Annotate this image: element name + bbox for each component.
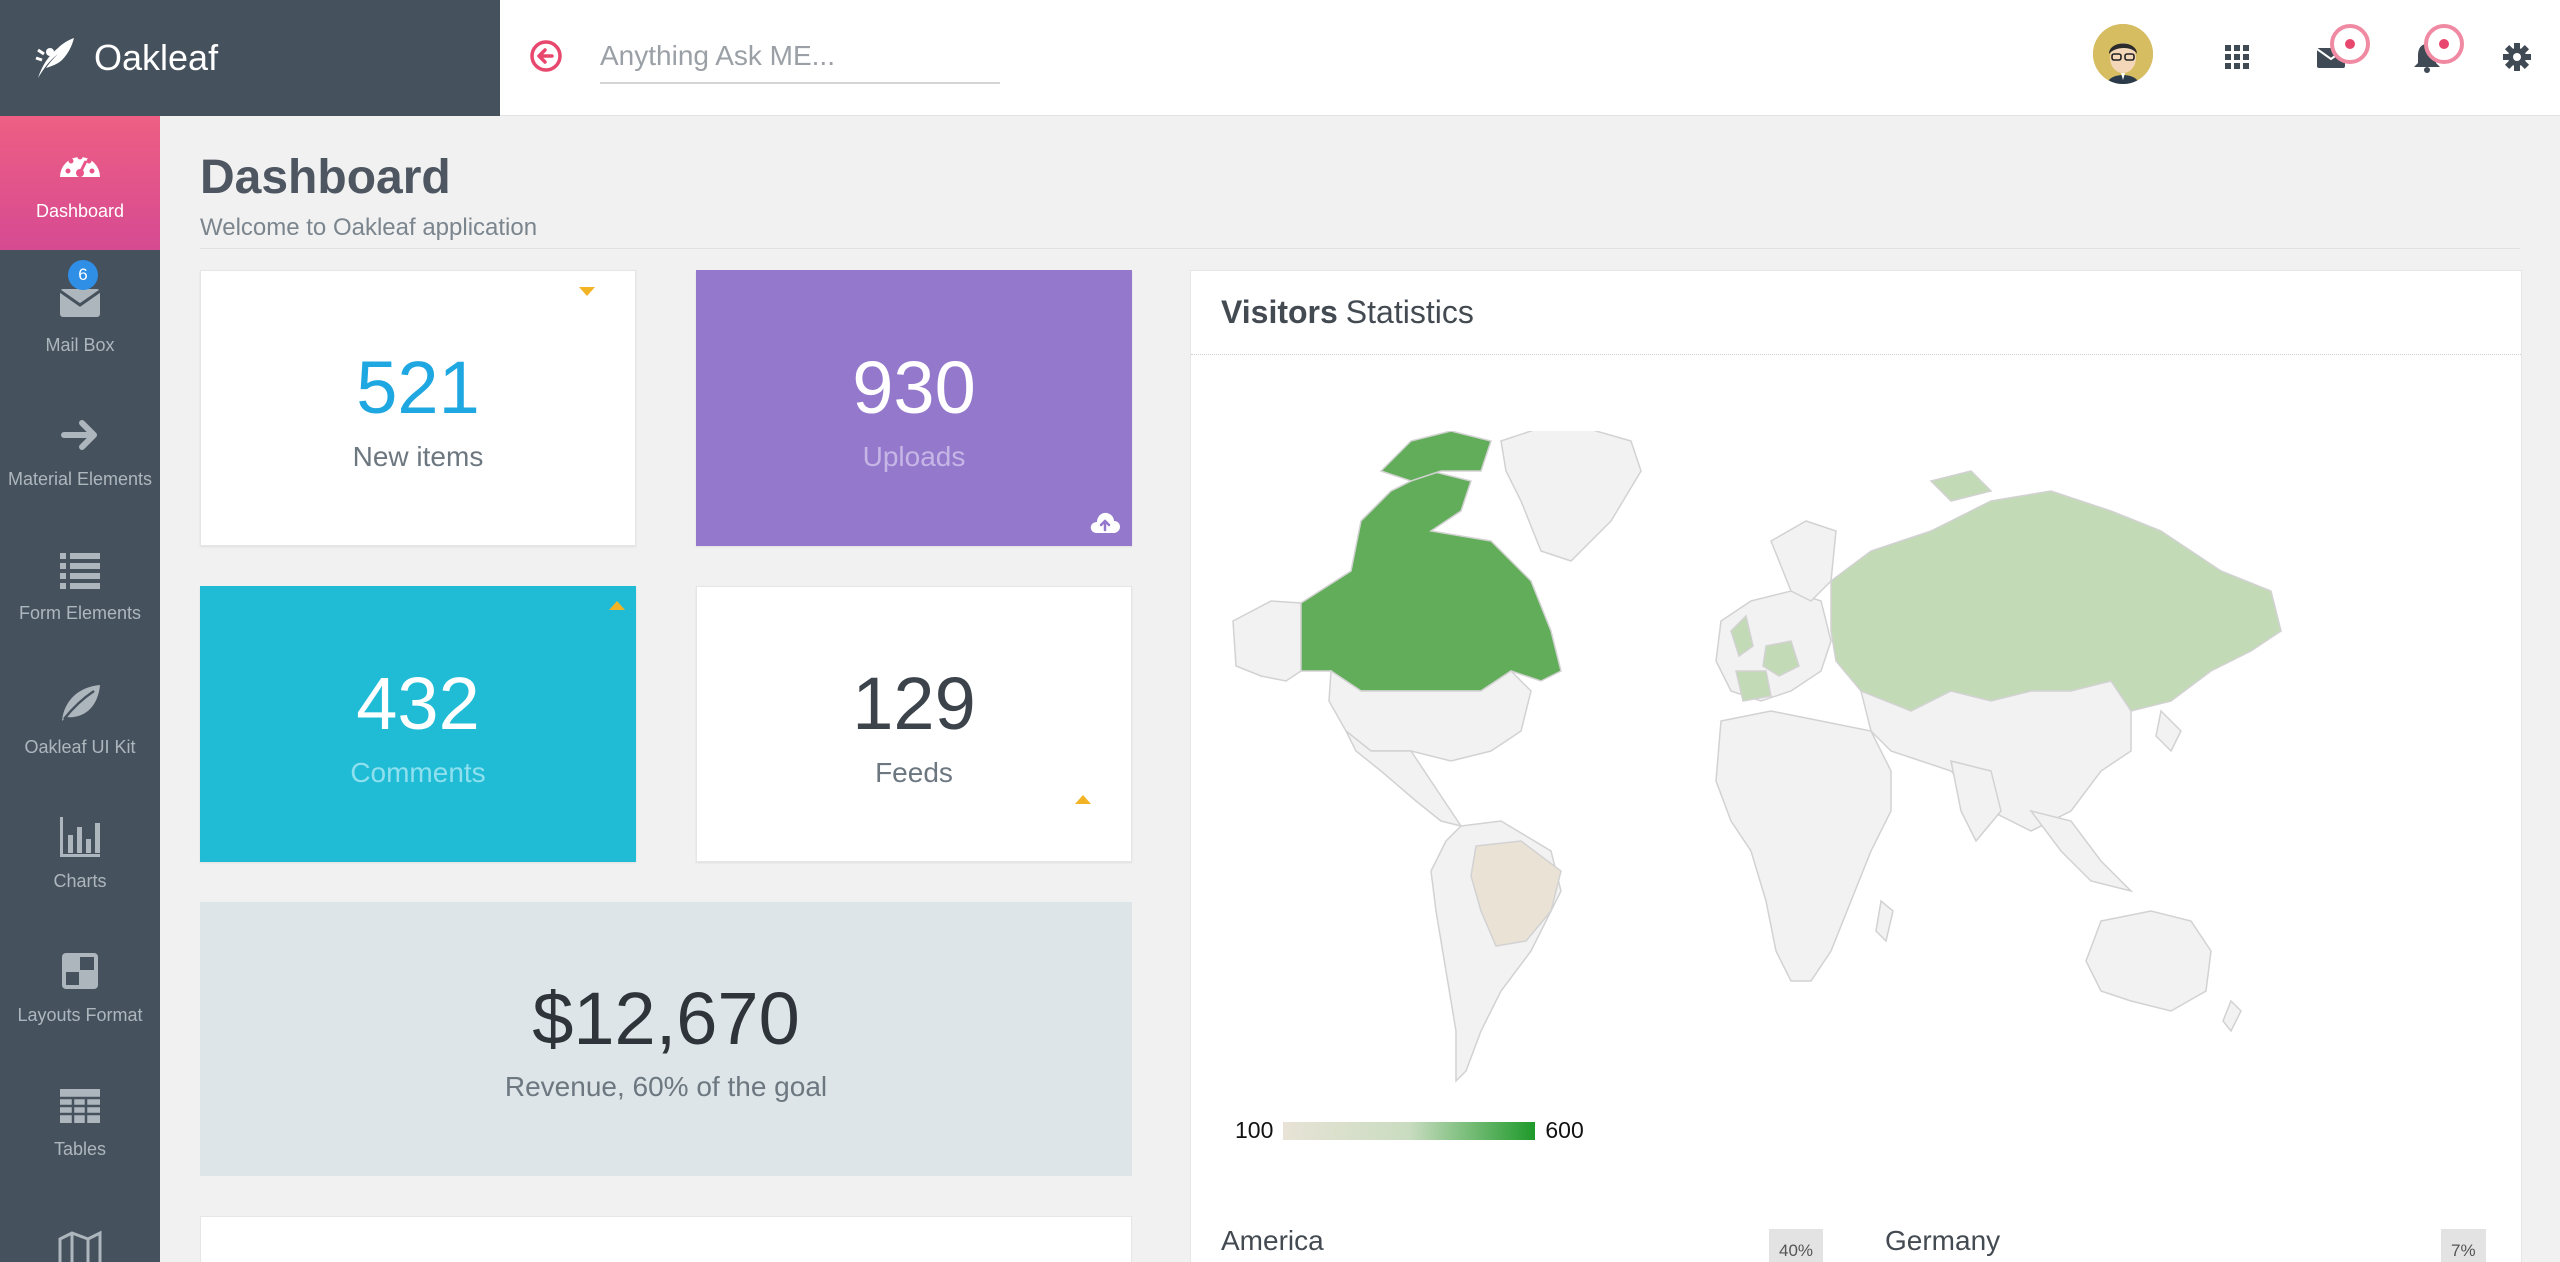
stat-card-new-items[interactable]: 521 New items — [200, 270, 636, 546]
sidebar-item-maps[interactable] — [0, 1188, 160, 1262]
legend-min: 100 — [1235, 1117, 1274, 1143]
brand-name: Oakleaf — [94, 37, 219, 78]
visitors-statistics-panel: Visitors Statistics 100 600 America 40% … — [1190, 270, 2522, 1262]
revenue-value: $12,670 — [532, 976, 800, 1060]
page-subtitle: Welcome to Oakleaf application — [200, 214, 538, 241]
mail-count-badge: 6 — [68, 260, 98, 290]
map-region-new-zealand — [2222, 999, 2242, 1033]
map-region-madagascar — [1875, 899, 1894, 943]
stat-card-uploads[interactable]: 930 Uploads — [696, 270, 1132, 546]
bell-notification-indicator — [2424, 24, 2464, 64]
sidebar: Dashboard 6 Mail Box Material Elements F… — [0, 116, 160, 1262]
stat-label: Uploads — [862, 441, 966, 472]
sidebar-item-layouts-format[interactable]: Layouts Format — [0, 920, 160, 1054]
layout-grid-icon — [62, 953, 98, 989]
caret-down-icon — [579, 287, 595, 296]
search-input[interactable] — [600, 30, 1000, 84]
header-divider — [200, 248, 2520, 249]
map-region-russia-north — [1929, 470, 1993, 502]
brand[interactable]: Oakleaf — [0, 0, 500, 116]
stat-label: Comments — [350, 757, 486, 788]
mail-notification-indicator — [2330, 24, 2370, 64]
country-name: Germany — [1885, 1225, 2001, 1256]
sidebar-item-dashboard[interactable]: Dashboard — [0, 116, 160, 250]
oakleaf-logo-icon — [35, 38, 74, 78]
apps-grid-icon[interactable] — [2218, 38, 2256, 76]
legend-max: 600 — [1545, 1117, 1584, 1143]
next-card — [200, 1216, 1132, 1262]
caret-up-icon — [1075, 795, 1091, 804]
country-percent-badge: 7% — [2441, 1229, 2486, 1262]
gear-icon[interactable] — [2498, 38, 2536, 76]
map-icon — [58, 1230, 102, 1262]
sidebar-item-form-elements[interactable]: Form Elements — [0, 518, 160, 652]
leaf-icon — [62, 685, 100, 721]
revenue-label: Revenue, 60% of the goal — [504, 1070, 828, 1102]
map-region-africa — [1715, 710, 1892, 982]
avatar[interactable] — [2093, 24, 2153, 84]
top-bar — [500, 0, 2560, 116]
sidebar-item-label: Form Elements — [18, 603, 142, 623]
sidebar-item-label: Material Elements — [7, 469, 153, 489]
app-root: Oakleaf Anything Ask ME... Dashboard 6 M… — [0, 0, 2560, 1262]
panel-title-bold: Visitors — [1221, 294, 1338, 330]
sidebar-item-mailbox[interactable]: 6 Mail Box — [0, 250, 160, 384]
map-region-russia — [1830, 490, 2282, 712]
country-name: America — [1221, 1225, 1324, 1256]
stat-value: 432 — [356, 662, 480, 745]
map-region-france — [1735, 670, 1772, 702]
caret-up-icon — [609, 601, 625, 610]
stat-card-revenue[interactable]: $12,670 Revenue, 60% of the goal — [200, 902, 1132, 1176]
sidebar-item-label: Tables — [53, 1139, 107, 1159]
stat-value: 129 — [852, 662, 976, 745]
back-circle-icon[interactable] — [528, 38, 564, 74]
page-title: Dashboard — [200, 151, 451, 204]
map-region-southeast-asia — [2029, 809, 2134, 893]
country-percent-badge: 40% — [1769, 1229, 1824, 1262]
map-region-scandinavia — [1770, 520, 1837, 602]
sidebar-item-label: Layouts Format — [17, 1005, 143, 1025]
stat-value: 521 — [356, 346, 480, 429]
sidebar-item-label: Dashboard — [35, 201, 125, 221]
arrow-right-icon — [61, 420, 97, 450]
map-region-alaska — [1232, 600, 1302, 682]
cloud-upload-icon — [1090, 512, 1120, 533]
sidebar-item-oakleaf-ui-kit[interactable]: Oakleaf UI Kit — [0, 652, 160, 786]
sidebar-item-label: Charts — [53, 871, 107, 891]
world-map[interactable] — [1231, 431, 2311, 1111]
sidebar-item-tables[interactable]: Tables — [0, 1054, 160, 1188]
dashboard-gauge-icon — [60, 154, 100, 177]
stat-label: Feeds — [875, 757, 953, 788]
map-region-greenland — [1500, 431, 1642, 562]
sidebar-item-charts[interactable]: Charts — [0, 786, 160, 920]
sidebar-item-label: Oakleaf UI Kit — [24, 737, 136, 757]
panel-title-rest: Statistics — [1345, 294, 1474, 330]
stat-card-comments[interactable]: 432 Comments — [200, 586, 636, 862]
map-region-japan — [2155, 709, 2182, 753]
sidebar-item-label: Mail Box — [45, 335, 115, 355]
stat-label: New items — [352, 441, 484, 472]
stat-value: 930 — [852, 346, 976, 429]
map-region-australia — [2085, 910, 2212, 1012]
avatar-face-icon — [2093, 24, 2153, 84]
legend-gradient-bar — [1283, 1121, 1536, 1140]
stat-card-feeds[interactable]: 129 Feeds — [696, 586, 1132, 862]
map-legend: 100 600 — [1235, 1117, 1584, 1144]
bar-chart-icon — [60, 817, 100, 857]
table-icon — [60, 1089, 100, 1123]
panel-title: Visitors Statistics — [1191, 271, 2521, 355]
list-icon — [60, 553, 100, 589]
sidebar-item-material-elements[interactable]: Material Elements — [0, 384, 160, 518]
